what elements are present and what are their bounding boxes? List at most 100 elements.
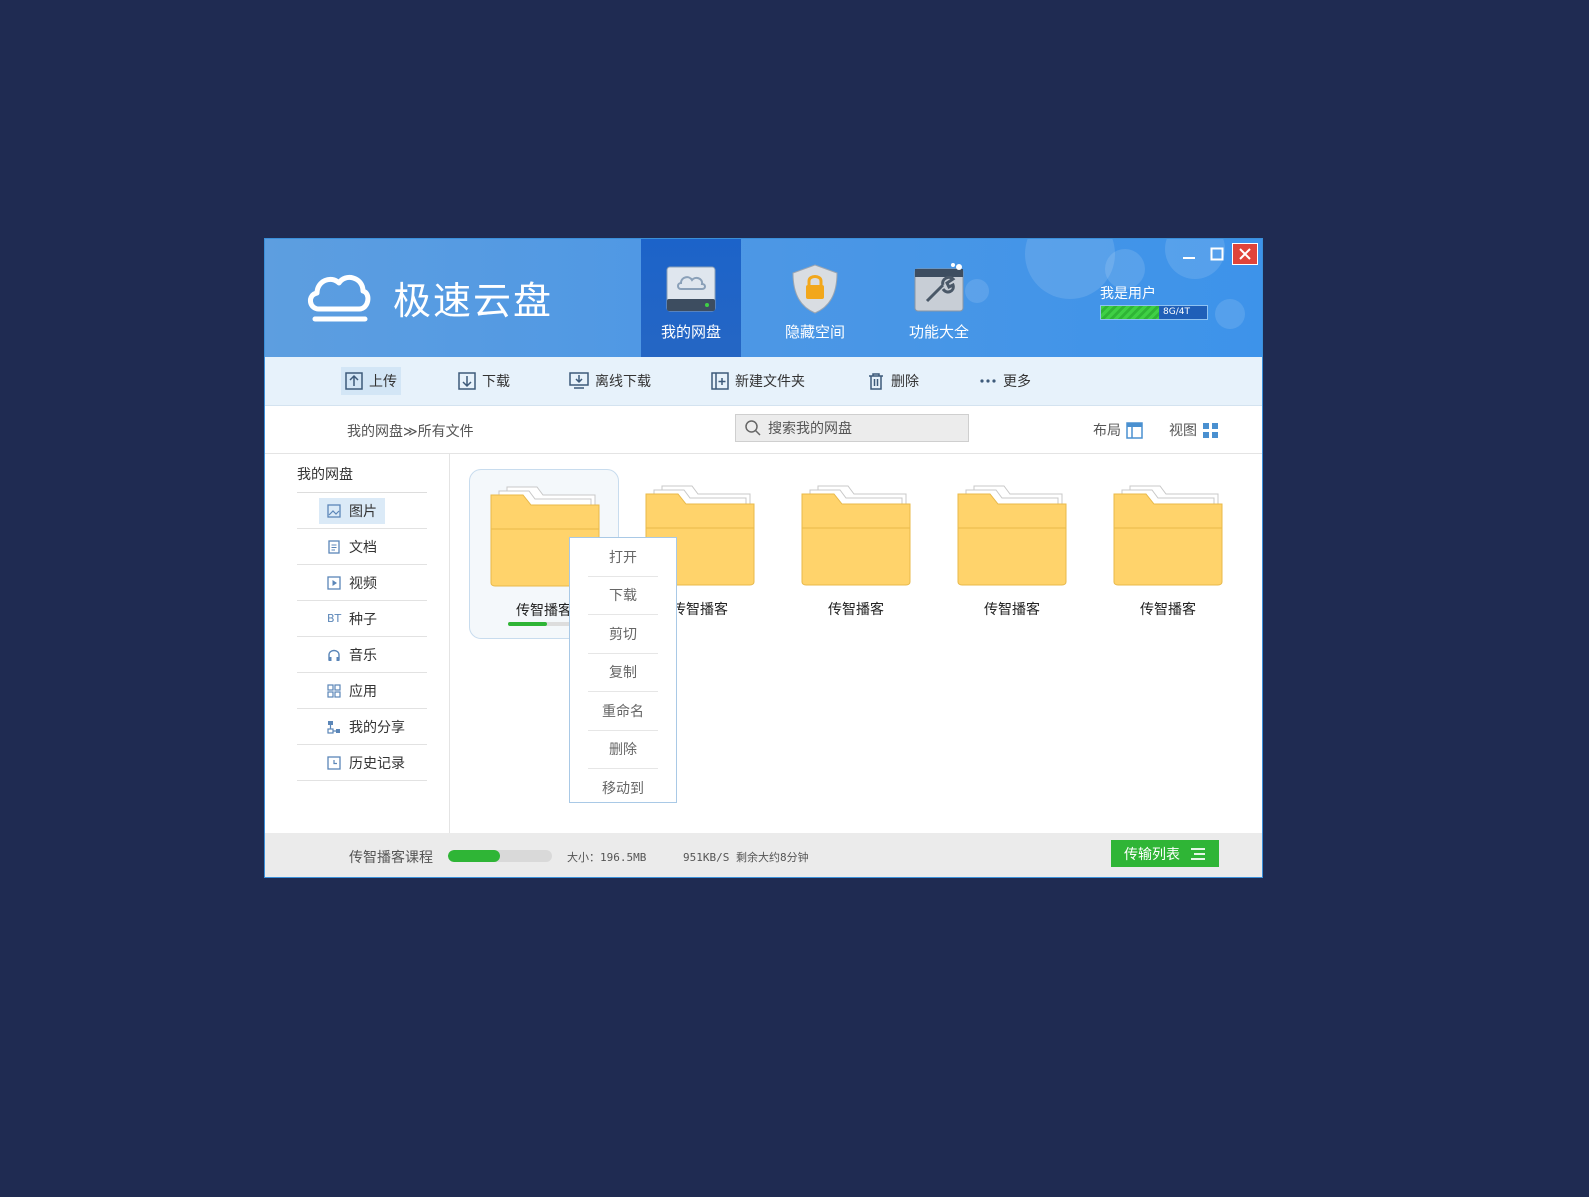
sidebar-item-videos[interactable]: 视频 [297,565,427,601]
new-folder-icon [711,372,729,390]
quota-fill [1101,306,1160,319]
username: 我是用户 [1100,286,1156,302]
folder-icon [1113,485,1223,586]
close-icon [1239,248,1251,260]
sidebar-item-label: 应用 [349,683,377,700]
folder-item[interactable]: 传智播客 [1093,469,1243,639]
bt-icon: BT [327,612,342,625]
sidebar-item-label: 图片 [349,503,377,520]
sidebar-item-label: 文档 [349,539,377,556]
sidebar-list: 图片 文档 视频 BT 种子 音乐 应用 我的分享 历史记录 [297,492,427,781]
folder-icon [801,485,911,586]
context-menu: 打开 下载 剪切 复制 重命名 删除 移动到 [569,537,677,803]
app-logo: 极速云盘 [305,269,553,325]
folder-icon [957,485,1067,586]
transfer-list-label: 传输列表 [1124,846,1180,863]
grid-view-icon [1203,422,1218,438]
tab-features[interactable]: 功能大全 [889,239,989,357]
breadcrumb-separator: ≫ [403,424,418,440]
download-button[interactable]: 下载 [454,367,514,395]
menu-item-open[interactable]: 打开 [588,538,658,577]
sidebar-item-my-share[interactable]: 我的分享 [297,709,427,745]
sidebar-item-torrents[interactable]: BT 种子 [297,601,427,637]
transfer-progress-fill [448,850,500,862]
new-folder-button[interactable]: 新建文件夹 [707,367,809,395]
transfer-size: 大小：196.5MB [567,851,647,864]
trash-icon [869,373,883,390]
app-window: 极速云盘 我的网盘 隐藏空间 功能大全 我是用户 8G/4T 上传 下载 离线下… [264,238,1263,878]
tab-label: 我的网盘 [660,323,721,341]
delete-label: 删除 [891,374,919,390]
upload-icon [345,372,363,390]
storage-quota: 8G/4T [1100,305,1208,320]
monitor-download-icon [569,372,589,389]
menu-item-rename[interactable]: 重命名 [588,692,658,731]
download-icon [458,372,476,390]
close-button[interactable] [1232,243,1258,265]
search-input[interactable]: 搜索我的网盘 [768,418,852,438]
view-button[interactable]: 视图 [1169,420,1219,440]
status-bar: 传智播客课程 大小：196.5MB 951KB/S 剩余大约8分钟 传输列表 [265,833,1262,877]
upload-button[interactable]: 上传 [341,367,401,395]
maximize-button[interactable] [1204,243,1230,265]
layout-icon [1126,421,1143,439]
sidebar-item-images[interactable]: 图片 [297,493,427,529]
sidebar-item-inner: BT 种子 [319,606,385,632]
folder-item[interactable]: 传智播客 [937,469,1087,639]
folder-name: 传智播客 [984,602,1040,618]
download-label: 下载 [482,374,510,390]
quota-text: 8G/4T [1163,307,1190,317]
sidebar-item-label: 音乐 [349,647,377,664]
transfer-speed: 951KB/S 剩余大约8分钟 [683,851,809,864]
lock-shield-icon [792,264,838,314]
menu-item-cut[interactable]: 剪切 [588,615,658,654]
view-label: 视图 [1169,423,1197,439]
cloud-logo-icon [308,274,371,322]
maximize-icon [1210,247,1224,261]
folder-name: 传智播客 [828,602,884,618]
folder-item[interactable]: 传智播客 [781,469,931,639]
menu-item-move-to[interactable]: 移动到 [588,769,658,807]
breadcrumb: 我的网盘≫所有文件 [347,421,474,441]
layout-button[interactable]: 布局 [1093,420,1143,440]
sidebar-item-music[interactable]: 音乐 [297,637,427,673]
search-box[interactable]: 搜索我的网盘 [735,414,969,442]
sidebar-item-label: 历史记录 [349,755,405,772]
header: 极速云盘 我的网盘 隐藏空间 功能大全 我是用户 8G/4T [265,239,1262,357]
breadcrumb-root[interactable]: 我的网盘 [347,424,403,440]
share-icon [327,720,340,734]
sidebar-item-documents[interactable]: 文档 [297,529,427,565]
new-folder-label: 新建文件夹 [735,374,805,390]
menu-item-download[interactable]: 下载 [588,577,658,615]
minimize-button[interactable] [1176,243,1202,265]
minimize-icon [1183,257,1195,259]
more-icon [980,379,996,383]
sidebar-item-label: 种子 [349,611,377,628]
layout-label: 布局 [1093,423,1121,439]
sidebar-item-apps[interactable]: 应用 [297,673,427,709]
sidebar-item-history[interactable]: 历史记录 [297,745,427,781]
upload-label: 上传 [369,374,397,390]
more-button[interactable]: 更多 [975,367,1035,395]
tab-my-drive[interactable]: 我的网盘 [641,239,741,357]
folder-progress-fill [508,622,547,626]
sidebar-item-label: 我的分享 [349,719,405,736]
sidebar-item-inner: 音乐 [319,642,385,668]
offline-download-button[interactable]: 离线下载 [565,367,655,395]
transfer-list-button[interactable]: 传输列表 [1111,840,1219,867]
menu-item-copy[interactable]: 复制 [588,654,658,692]
delete-button[interactable]: 删除 [863,367,923,395]
toolbar: 上传 下载 离线下载 新建文件夹 删除 更多 [265,357,1262,406]
sidebar-item-inner: 历史记录 [319,750,413,776]
cloud-drive-icon [666,266,716,312]
menu-item-delete[interactable]: 删除 [588,731,658,769]
headphones-icon [328,649,340,661]
path-bar: 我的网盘≫所有文件 搜索我的网盘 布局 视图 [265,406,1262,454]
offline-download-label: 离线下载 [595,374,651,390]
video-icon [327,575,341,590]
folder-name: 传智播客 [1140,602,1196,618]
sidebar-item-inner: 我的分享 [319,714,413,740]
apps-icon [327,683,341,698]
search-icon [745,420,761,436]
tab-hidden-space[interactable]: 隐藏空间 [765,239,865,357]
